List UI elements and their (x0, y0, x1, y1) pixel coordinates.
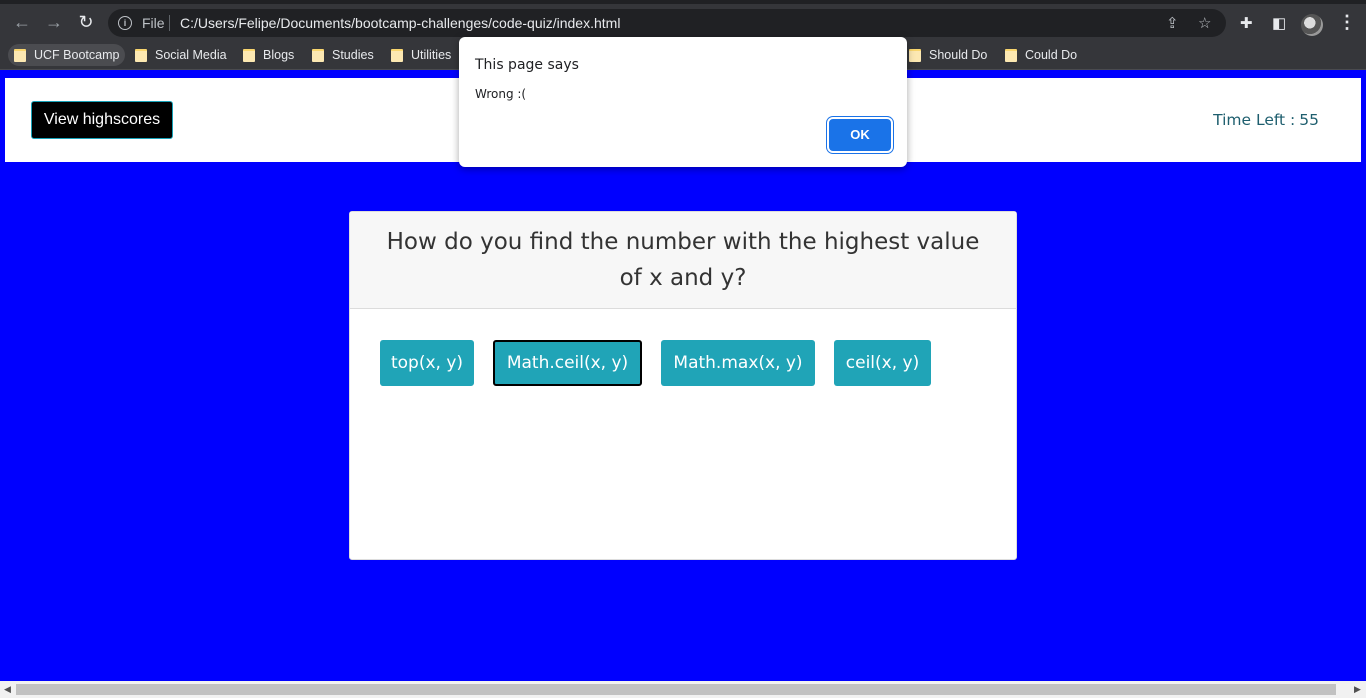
answer-button[interactable]: Math.ceil(x, y) (493, 340, 642, 386)
timer-label: Time Left : (1213, 111, 1296, 129)
avatar[interactable] (1301, 14, 1323, 36)
folder-icon (243, 48, 255, 62)
bookmark-should-do[interactable]: Should Do (903, 44, 987, 66)
folder-icon (14, 48, 26, 62)
answer-button[interactable]: ceil(x, y) (834, 340, 931, 386)
back-icon[interactable]: ← (12, 12, 32, 32)
question-card: How do you find the number with the high… (349, 211, 1017, 560)
bookmark-studies[interactable]: Studies (306, 44, 374, 66)
timer: Time Left :55 (1213, 111, 1319, 129)
bookmark-label: Studies (332, 48, 374, 62)
question-header: How do you find the number with the high… (350, 212, 1016, 309)
bookmark-label: UCF Bootcamp (34, 48, 120, 62)
folder-icon (1005, 48, 1017, 62)
scroll-right-icon[interactable]: ▶ (1354, 684, 1361, 695)
address-bar[interactable]: i File C:/Users/Felipe/Documents/bootcam… (108, 9, 1226, 37)
divider (169, 15, 170, 31)
bookmark-ucf-bootcamp[interactable]: UCF Bootcamp (8, 44, 126, 66)
browser-toolbar: ← → ↻ i File C:/Users/Felipe/Documents/b… (0, 0, 1366, 40)
folder-icon (391, 48, 403, 62)
forward-icon[interactable]: → (44, 12, 64, 32)
scrollbar-thumb[interactable] (16, 684, 1336, 695)
menu-icon[interactable]: ⋮ (1338, 12, 1356, 33)
view-highscores-button[interactable]: View highscores (31, 101, 173, 139)
alert-dialog: This page says Wrong :( OK (459, 37, 907, 167)
bookmark-label: Utilities (411, 48, 452, 62)
scroll-left-icon[interactable]: ◀ (4, 684, 11, 695)
dialog-message: Wrong :( (475, 87, 527, 101)
bookmark-utilities[interactable]: Utilities (385, 44, 451, 66)
folder-icon (135, 48, 147, 62)
bookmark-label: Social Media (155, 48, 227, 62)
answer-button[interactable]: Math.max(x, y) (661, 340, 815, 386)
side-panel-icon[interactable]: ◧ (1272, 14, 1286, 32)
info-icon[interactable]: i (118, 16, 132, 30)
extensions-icon[interactable]: ✚ (1240, 14, 1253, 32)
star-icon[interactable]: ☆ (1198, 14, 1211, 32)
folder-icon (909, 48, 921, 62)
bookmark-could-do[interactable]: Could Do (999, 44, 1077, 66)
bookmark-label: Could Do (1025, 48, 1078, 62)
dialog-title: This page says (475, 57, 579, 73)
bookmark-label: Blogs (263, 48, 295, 62)
bookmark-label: Should Do (929, 48, 988, 62)
url-text[interactable]: C:/Users/Felipe/Documents/bootcamp-chall… (180, 15, 620, 31)
folder-icon (312, 48, 324, 62)
reload-icon[interactable]: ↻ (76, 12, 96, 32)
answer-button[interactable]: top(x, y) (380, 340, 474, 386)
timer-value: 55 (1299, 111, 1319, 129)
bookmark-social-media[interactable]: Social Media (129, 44, 227, 66)
share-icon[interactable]: ⇪ (1166, 14, 1179, 32)
scheme-label: File (142, 15, 165, 31)
horizontal-scrollbar[interactable]: ◀ ▶ (0, 681, 1366, 698)
ok-button[interactable]: OK (829, 119, 891, 151)
bookmark-blogs[interactable]: Blogs (237, 44, 294, 66)
question-text: How do you find the number with the high… (386, 229, 980, 291)
